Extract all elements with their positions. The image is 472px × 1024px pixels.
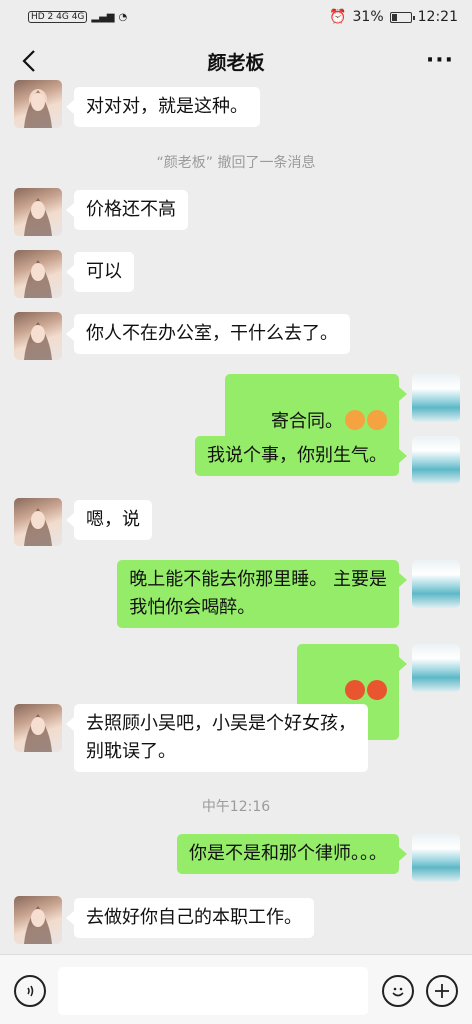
- plus-icon: [435, 984, 449, 998]
- angry-face-icon: [345, 680, 365, 700]
- message-bubble[interactable]: 嗯，说: [66, 500, 152, 540]
- contact-avatar[interactable]: [14, 312, 62, 360]
- flushed-face-icon: [345, 410, 365, 430]
- flushed-face-icon: [367, 410, 387, 430]
- message-list[interactable]: 对对对，就是这种。 “颜老板” 撤回了一条消息 价格还不高 可以 你人不在办公室…: [0, 80, 472, 954]
- message-input[interactable]: [58, 967, 368, 1015]
- self-avatar[interactable]: [412, 436, 460, 484]
- clock: 12:21: [417, 9, 458, 25]
- signal-icon: ▂▄▆: [91, 11, 115, 23]
- contact-avatar[interactable]: [14, 188, 62, 236]
- contact-avatar[interactable]: [14, 704, 62, 752]
- chat-title: 颜老板: [207, 51, 265, 74]
- more-options-button[interactable]: ···: [426, 48, 454, 73]
- network-status: HD 2 4G 4G: [28, 11, 88, 23]
- contact-avatar[interactable]: [14, 80, 62, 128]
- battery-percent: 31%: [352, 9, 384, 25]
- recall-notice: “颜老板” 撤回了一条消息: [156, 155, 316, 171]
- chat-header: 颜老板 ···: [0, 34, 472, 88]
- message-bubble[interactable]: 你人不在办公室，干什么去了。: [66, 314, 350, 354]
- message-bubble[interactable]: 晚上能不能去你那里睡。 主要是 我怕你会喝醉。: [117, 560, 407, 628]
- back-arrow-icon: [22, 50, 35, 72]
- status-bar: HD 2 4G 4G ▂▄▆ ◔ ⏰ 31% 12:21: [0, 0, 472, 34]
- emoji-button[interactable]: [382, 975, 414, 1007]
- contact-avatar[interactable]: [14, 250, 62, 298]
- system-indicators: ⏰ 31% 12:21: [329, 9, 458, 25]
- battery-icon: [389, 11, 415, 23]
- self-avatar[interactable]: [412, 560, 460, 608]
- contact-avatar[interactable]: [14, 896, 62, 944]
- message-bubble[interactable]: 我说个事，你别生气。: [195, 436, 407, 476]
- alarm-icon: ⏰: [329, 9, 347, 25]
- network-indicators: HD 2 4G 4G ▂▄▆ ◔: [28, 11, 127, 23]
- angry-face-icon: [367, 680, 387, 700]
- self-avatar[interactable]: [412, 374, 460, 422]
- voice-icon: [27, 985, 34, 997]
- message-bubble[interactable]: 你是不是和那个律师。。。: [177, 834, 407, 874]
- message-text: 寄合同。: [271, 411, 343, 432]
- input-bar: [0, 954, 472, 1024]
- message-bubble[interactable]: 价格还不高: [66, 190, 188, 230]
- back-button[interactable]: [14, 46, 44, 76]
- message-bubble[interactable]: 去做好你自己的本职工作。: [66, 898, 314, 938]
- more-actions-button[interactable]: [426, 975, 458, 1007]
- message-bubble[interactable]: 对对对，就是这种。: [66, 87, 260, 127]
- message-bubble[interactable]: 去照顾小吴吧，小吴是个好女孩， 别耽误了。: [66, 704, 368, 772]
- emoji-icon: [392, 987, 404, 997]
- contact-avatar[interactable]: [14, 498, 62, 546]
- wifi-icon: ◔: [118, 11, 128, 23]
- voice-button[interactable]: [14, 975, 46, 1007]
- self-avatar[interactable]: [412, 834, 460, 882]
- self-avatar[interactable]: [412, 644, 460, 692]
- timestamp: 中午12:16: [201, 799, 271, 815]
- message-bubble[interactable]: 可以: [66, 252, 134, 292]
